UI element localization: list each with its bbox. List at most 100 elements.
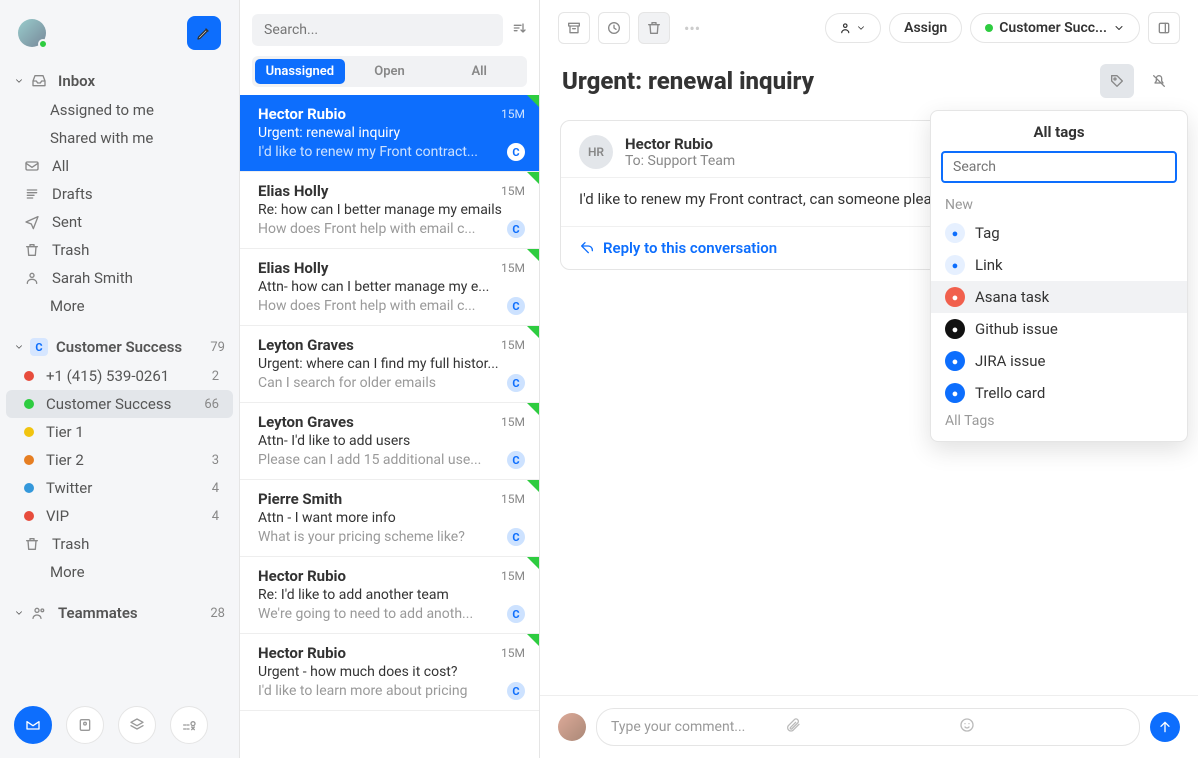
inbox-icon	[30, 72, 48, 90]
sidebar-item[interactable]: Shared with me	[6, 124, 233, 152]
sender-avatar: HR	[579, 135, 613, 169]
search-input[interactable]	[252, 14, 503, 46]
cs-badge-icon: C	[30, 338, 48, 356]
color-dot	[24, 511, 34, 521]
sidebar-item--1-415-539-0261[interactable]: +1 (415) 539-02612	[6, 362, 233, 390]
sidebar-item-vip[interactable]: VIP4	[6, 502, 233, 530]
status-stripe	[527, 634, 539, 646]
integration-icon: ●	[945, 383, 965, 403]
channel-badge: C	[507, 143, 525, 161]
conversation-item[interactable]: Hector Rubio15MUrgent - how much does it…	[240, 634, 539, 711]
status-stripe	[527, 326, 539, 338]
sort-button[interactable]	[511, 20, 527, 40]
trash-icon	[24, 242, 42, 258]
dropdown-item-jira-issue[interactable]: ●JIRA issue	[931, 345, 1187, 377]
sidebar-item-all[interactable]: All	[6, 152, 233, 180]
assign-button[interactable]: Assign	[889, 13, 962, 43]
snooze-button[interactable]	[598, 12, 630, 44]
layers-button[interactable]	[118, 706, 156, 744]
tab-unassigned[interactable]: Unassigned	[255, 59, 345, 84]
teammates-section-header[interactable]: Teammates 28	[0, 598, 239, 628]
dropdown-item-github-issue[interactable]: ●Github issue	[931, 313, 1187, 345]
conversation-list-pane: UnassignedOpenAll Hector Rubio15MUrgent:…	[240, 0, 540, 758]
status-stripe	[527, 403, 539, 415]
tag-button[interactable]	[1100, 64, 1134, 98]
drafts-icon	[24, 186, 42, 202]
conversation-item[interactable]: Elias Holly15MAttn- how can I better man…	[240, 249, 539, 326]
comment-input[interactable]: Type your comment...	[596, 708, 1140, 746]
channel-badge: C	[507, 297, 525, 315]
color-dot	[24, 399, 34, 409]
integration-icon: ●	[945, 351, 965, 371]
sidebar-item-trash[interactable]: Trash	[6, 236, 233, 264]
inbox-section-header[interactable]: Inbox	[0, 66, 239, 96]
mute-button[interactable]	[1142, 64, 1176, 98]
color-dot	[24, 455, 34, 465]
status-stripe	[527, 480, 539, 492]
attachment-icon[interactable]	[785, 717, 951, 737]
conversation-item[interactable]: Leyton Graves15MUrgent: where can I find…	[240, 326, 539, 403]
sidebar-item-drafts[interactable]: Drafts	[6, 180, 233, 208]
status-stripe	[527, 95, 539, 107]
integration-icon: ●	[945, 255, 965, 275]
customer-success-section-header[interactable]: C Customer Success 79	[0, 332, 239, 362]
recipient-line: To: Support Team	[625, 153, 735, 169]
sidebar-item-tier-2[interactable]: Tier 23	[6, 446, 233, 474]
compose-button[interactable]	[187, 16, 221, 50]
content-pane: ••• Assign Customer Succ... Urgent: rene…	[540, 0, 1198, 758]
sidebar-item[interactable]: Assigned to me	[6, 96, 233, 124]
sidebar-item-more[interactable]: More	[6, 292, 233, 320]
chevron-down-icon	[14, 342, 24, 352]
dropdown-item-link[interactable]: ●Link	[931, 249, 1187, 281]
conversation-item[interactable]: Leyton Graves15MAttn- I'd like to add us…	[240, 403, 539, 480]
sender-name: Hector Rubio	[625, 135, 735, 153]
conversation-item[interactable]: Hector Rubio15MUrgent: renewal inquiryI'…	[240, 95, 539, 172]
mail-view-button[interactable]	[14, 706, 52, 744]
sidebar-item-customer-success[interactable]: Customer Success66	[6, 390, 233, 418]
integration-icon: ●	[945, 223, 965, 243]
participants-button[interactable]	[825, 13, 881, 43]
status-stripe	[527, 557, 539, 569]
color-dot	[24, 427, 34, 437]
dropdown-item-asana-task[interactable]: ●Asana task	[931, 281, 1187, 313]
team-selector[interactable]: Customer Succ...	[970, 13, 1140, 43]
sidebar-item-trash[interactable]: Trash	[6, 530, 233, 558]
compose-icon	[196, 25, 212, 41]
channel-badge: C	[507, 605, 525, 623]
conversation-item[interactable]: Pierre Smith15MAttn - I want more infoWh…	[240, 480, 539, 557]
contacts-button[interactable]	[66, 706, 104, 744]
user-avatar[interactable]	[18, 19, 46, 47]
dropdown-item-tag[interactable]: ●Tag	[931, 217, 1187, 249]
more-actions-button[interactable]: •••	[678, 19, 706, 38]
channel-badge: C	[507, 528, 525, 546]
mail-icon	[24, 158, 42, 174]
tag-search-input[interactable]	[941, 151, 1177, 183]
emoji-icon[interactable]	[959, 717, 1125, 737]
sidebar-item-sarah-smith[interactable]: Sarah Smith	[6, 264, 233, 292]
dropdown-item-trello-card[interactable]: ●Trello card	[931, 377, 1187, 409]
dropdown-section-all-tags: All Tags	[931, 409, 1187, 433]
color-dot	[24, 371, 34, 381]
conversation-list[interactable]: Hector Rubio15MUrgent: renewal inquiryI'…	[240, 95, 539, 758]
sent-icon	[24, 214, 42, 230]
dropdown-title: All tags	[931, 111, 1187, 151]
trash-icon	[24, 536, 42, 552]
conversation-item[interactable]: Elias Holly15MRe: how can I better manag…	[240, 172, 539, 249]
sidebar-item-twitter[interactable]: Twitter4	[6, 474, 233, 502]
expand-button[interactable]	[1148, 12, 1180, 44]
conversation-item[interactable]: Hector Rubio15MRe: I'd like to add anoth…	[240, 557, 539, 634]
composer-avatar	[558, 713, 586, 741]
sidebar-item-tier-1[interactable]: Tier 1	[6, 418, 233, 446]
sidebar-item-more[interactable]: More	[6, 558, 233, 586]
sidebar-item-sent[interactable]: Sent	[6, 208, 233, 236]
archive-button[interactable]	[558, 12, 590, 44]
filter-tabs: UnassignedOpenAll	[252, 56, 527, 87]
analytics-button[interactable]	[170, 706, 208, 744]
tab-open[interactable]: Open	[345, 59, 435, 84]
channel-badge: C	[507, 451, 525, 469]
send-button[interactable]	[1150, 712, 1180, 742]
tab-all[interactable]: All	[434, 59, 524, 84]
delete-button[interactable]	[638, 12, 670, 44]
sidebar: Inbox Assigned to meShared with me AllDr…	[0, 0, 240, 758]
online-indicator	[38, 39, 48, 49]
